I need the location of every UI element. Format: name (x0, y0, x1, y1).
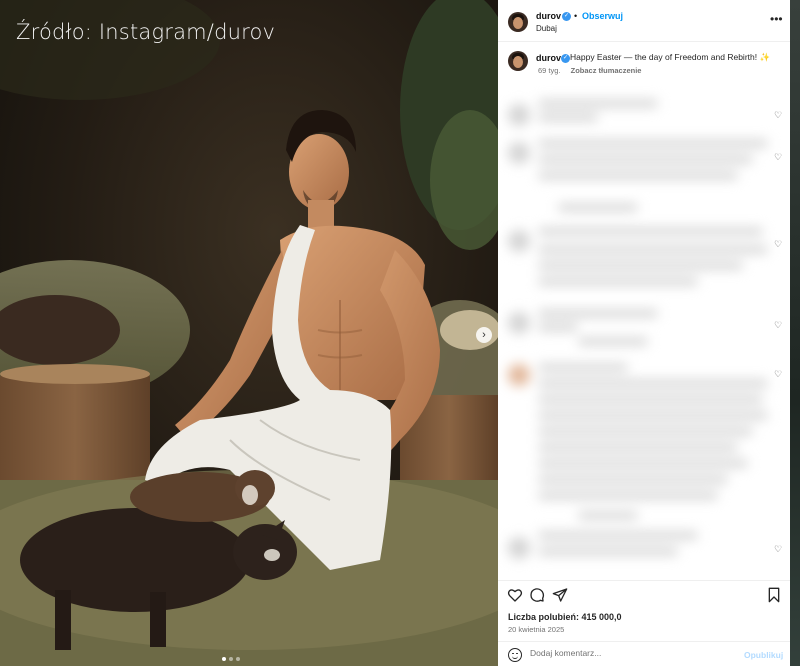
post-header: durov ✓ • Obserwuj Dubaj ••• (498, 0, 790, 42)
comment-bar: Opublikuj (498, 641, 790, 666)
heart-icon[interactable] (507, 587, 523, 603)
header-separator: • (574, 11, 578, 21)
caption-avatar[interactable] (508, 51, 528, 71)
verified-badge-icon: ✓ (561, 54, 570, 63)
comments-list[interactable]: ♡ ♡ ♡ ♡ ♡ ♡ (498, 82, 790, 580)
share-icon[interactable] (552, 587, 568, 603)
caption-age: 69 tyg. (538, 66, 561, 75)
carousel-dot (236, 657, 240, 661)
post-side-panel: durov ✓ • Obserwuj Dubaj ••• durov ✓ Hap… (498, 0, 790, 666)
comment-like-heart-icon[interactable]: ♡ (774, 110, 782, 121)
post-photo[interactable]: Źródło: Instagram/durov › (0, 0, 498, 666)
caption-text: Happy Easter — the day of Freedom and Re… (570, 52, 780, 63)
verified-badge-icon: ✓ (562, 12, 571, 21)
post-actions: Liczba polubień: 415 000,0 20 kwietnia 2… (498, 580, 790, 666)
see-translation-link[interactable]: Zobacz tłumaczenie (571, 66, 642, 75)
likes-count[interactable]: Liczba polubień: 415 000,0 (508, 612, 622, 622)
background-edge (790, 0, 800, 666)
instagram-post-screenshot: Źródło: Instagram/durov › durov ✓ • Obse… (0, 0, 800, 666)
post-date[interactable]: 20 kwietnia 2025 (508, 625, 564, 634)
bookmark-icon[interactable] (766, 587, 782, 603)
avatar[interactable] (508, 12, 528, 32)
more-horizontal-icon[interactable]: ••• (770, 12, 783, 26)
caption-username[interactable]: durov (536, 53, 561, 63)
carousel-dot-active (222, 657, 226, 661)
comment-like-heart-icon[interactable]: ♡ (774, 152, 782, 163)
comment-like-heart-icon[interactable]: ♡ (774, 239, 782, 250)
comment-input[interactable] (530, 648, 730, 658)
comment-like-heart-icon[interactable]: ♡ (774, 544, 782, 555)
chevron-right-icon[interactable]: › (476, 327, 492, 343)
emoji-smile-icon[interactable] (508, 648, 522, 662)
photo-illustration (0, 0, 498, 666)
follow-button[interactable]: Obserwuj (582, 11, 623, 21)
caption-meta: 69 tyg. Zobacz tłumaczenie (538, 66, 641, 75)
comment-like-heart-icon[interactable]: ♡ (774, 320, 782, 331)
carousel-dot (229, 657, 233, 661)
comments-blurred (498, 82, 790, 580)
caption-body: Happy Easter — the day of Freedom and Re… (570, 52, 758, 62)
photo-source-watermark: Źródło: Instagram/durov (16, 20, 276, 44)
header-username[interactable]: durov (536, 11, 561, 21)
comment-like-heart-icon[interactable]: ♡ (774, 369, 782, 380)
post-comment-button[interactable]: Opublikuj (744, 650, 783, 660)
comment-icon[interactable] (529, 587, 545, 603)
location-label[interactable]: Dubaj (536, 24, 557, 33)
carousel-dots (222, 657, 240, 661)
sparkle-emoji: ✨ (759, 52, 771, 62)
